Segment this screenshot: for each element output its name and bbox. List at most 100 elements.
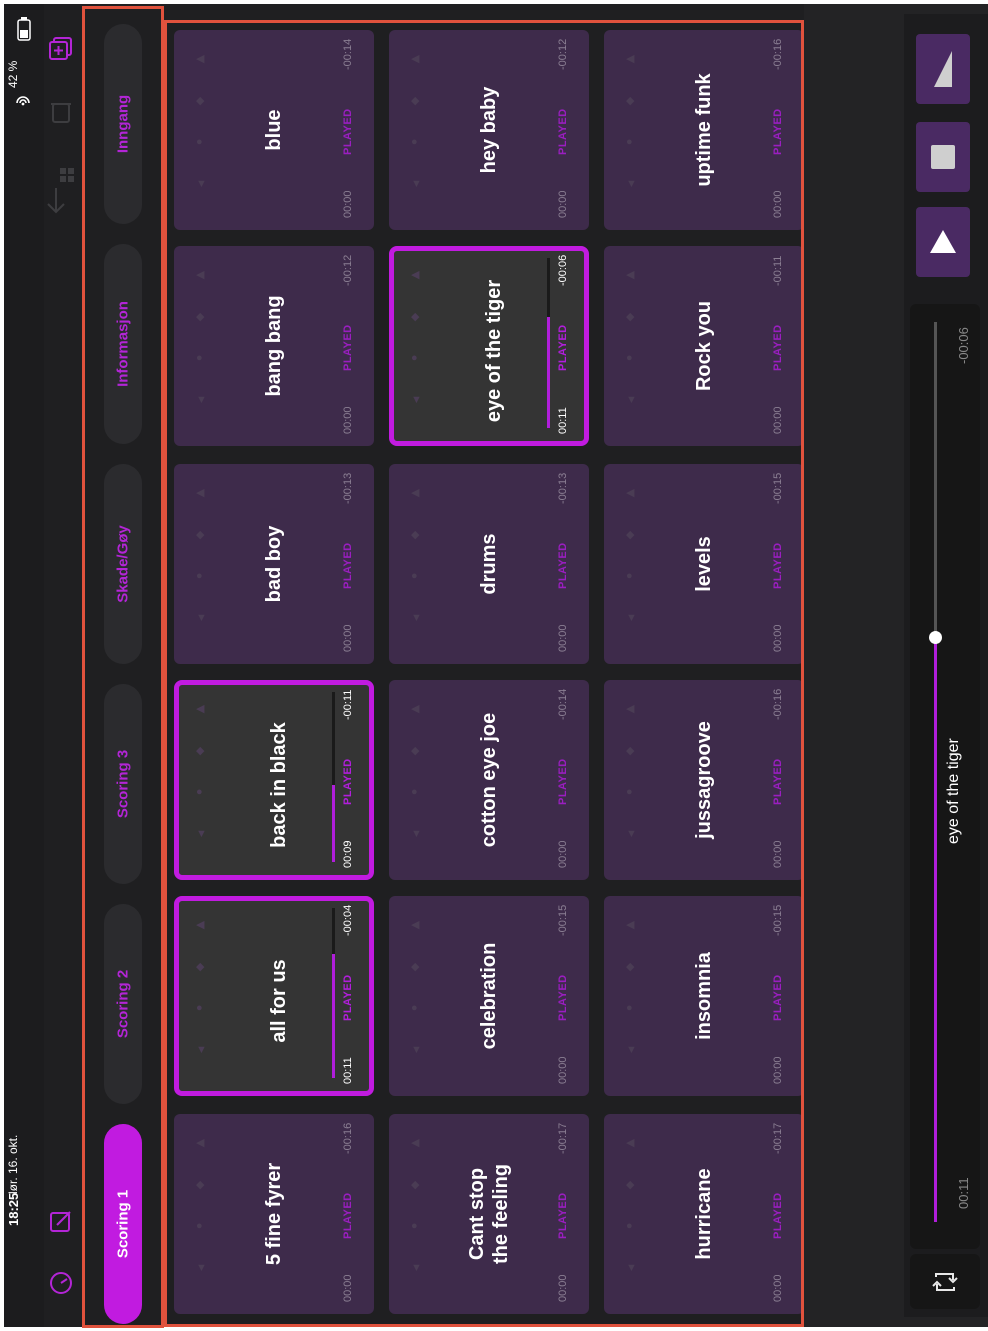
tile-elapsed: 00:09 — [342, 840, 354, 868]
tile-control-icon: ● — [626, 786, 633, 798]
sound-tile[interactable]: jussagroove 00:00 PLAYED -00:16 ◀ ◆ ● ▼ — [604, 680, 804, 880]
tile-control-icon: ◀ — [411, 703, 420, 715]
tile-control-icon: ● — [626, 136, 633, 148]
now-playing-progress[interactable] — [929, 322, 942, 1222]
sound-tile[interactable]: cotton eye joe 00:00 PLAYED -00:14 ◀ ◆ ● ▼ — [389, 680, 589, 880]
tab-informasjon[interactable]: Informasjon — [104, 244, 142, 444]
sound-tile[interactable]: celebration 00:00 PLAYED -00:15 ◀ ◆ ● ▼ — [389, 896, 589, 1096]
tile-remaining: -00:13 — [342, 472, 354, 504]
speedometer-icon[interactable] — [48, 1270, 74, 1296]
stop-icon — [931, 145, 955, 169]
tab-scoring-1[interactable]: Scoring 1 — [104, 1124, 142, 1324]
sound-tile[interactable]: Rock you 00:00 PLAYED -00:11 ◀ ◆ ● ▼ — [604, 246, 804, 446]
tile-control-icon: ◆ — [411, 1179, 420, 1191]
loop-button[interactable] — [910, 1254, 980, 1309]
tile-control-icon: ● — [411, 1220, 418, 1232]
tile-control-icon: ◆ — [196, 961, 205, 973]
sound-tile[interactable]: bang bang 00:00 PLAYED -00:12 ◀ ◆ ● ▼ — [174, 246, 374, 446]
tab-skade-goy[interactable]: Skade/Gøy — [104, 464, 142, 664]
sound-tile[interactable]: bad boy 00:00 PLAYED -00:13 ◀ ◆ ● ▼ — [174, 464, 374, 664]
tile-title: jussagroove — [693, 721, 715, 839]
tile-remaining: -00:12 — [557, 38, 569, 70]
sound-tile[interactable]: eye of the tiger 00:11 PLAYED -00:06 ◀ ◆ ● ▼ — [389, 246, 589, 446]
tile-control-icon: ● — [196, 136, 203, 148]
tile-title: uptime funk — [693, 73, 715, 187]
trash-icon[interactable] — [48, 100, 74, 126]
sound-tile[interactable]: 5 fine fyrer 00:00 PLAYED -00:16 ◀ ◆ ● ▼ — [174, 1114, 374, 1314]
tile-control-icon: ◀ — [626, 487, 635, 499]
tile-remaining: -00:16 — [772, 38, 784, 70]
stop-button[interactable] — [916, 122, 970, 192]
tile-progress-track — [332, 692, 335, 862]
sound-tile[interactable]: hurricane 00:00 PLAYED -00:17 ◀ ◆ ● ▼ — [604, 1114, 804, 1314]
tile-played-label: PLAYED — [772, 974, 784, 1021]
tile-remaining: -00:12 — [342, 254, 354, 286]
tile-elapsed: 00:11 — [342, 1057, 354, 1084]
tile-title: hurricane — [693, 1168, 715, 1260]
tile-remaining: -00:14 — [342, 38, 354, 70]
tile-control-icon: ◆ — [196, 745, 205, 757]
tile-played-label: PLAYED — [557, 108, 569, 155]
sound-tile[interactable]: back in black 00:09 PLAYED -00:11 ◀ ◆ ● ▼ — [174, 680, 374, 880]
tile-control-icon: ● — [196, 570, 203, 582]
tab-scoring-2[interactable]: Scoring 2 — [104, 904, 142, 1104]
tile-control-icon: ▼ — [411, 1044, 422, 1056]
edit-icon[interactable] — [48, 1208, 74, 1234]
tile-control-icon: ● — [411, 570, 418, 582]
tile-remaining: -00:17 — [772, 1122, 784, 1154]
tile-control-icon: ◀ — [196, 269, 205, 281]
tile-remaining: -00:15 — [772, 472, 784, 504]
progress-thumb[interactable] — [929, 631, 942, 644]
tile-played-label: PLAYED — [772, 758, 784, 805]
play-button[interactable] — [916, 207, 970, 277]
tile-control-icon: ◆ — [196, 311, 205, 323]
tile-played-label: PLAYED — [557, 542, 569, 589]
sound-tile[interactable]: levels 00:00 PLAYED -00:15 ◀ ◆ ● ▼ — [604, 464, 804, 664]
fade-button[interactable] — [916, 34, 970, 104]
sound-tile[interactable]: insomnia 00:00 PLAYED -00:15 ◀ ◆ ● ▼ — [604, 896, 804, 1096]
tile-control-icon: ◆ — [196, 529, 205, 541]
tile-remaining: -00:16 — [772, 688, 784, 720]
progress-fill — [934, 637, 937, 1222]
now-playing-elapsed: 00:11 — [956, 1177, 971, 1209]
tile-control-icon: ● — [196, 1220, 203, 1232]
tile-control-icon: ▼ — [196, 828, 207, 840]
sound-tile[interactable]: Cant stop the feeling 00:00 PLAYED -00:17 ◀ ◆… — [389, 1114, 589, 1314]
sound-tile[interactable]: uptime funk 00:00 PLAYED -00:16 ◀ ◆ ● ▼ — [604, 30, 804, 230]
tile-elapsed: 00:00 — [772, 406, 784, 434]
tile-played-label: PLAYED — [342, 324, 354, 371]
tile-remaining: -00:16 — [342, 1122, 354, 1154]
sound-tile[interactable]: hey baby 00:00 PLAYED -00:12 ◀ ◆ ● ▼ — [389, 30, 589, 230]
tile-played-label: PLAYED — [342, 758, 354, 805]
sound-tile[interactable]: drums 00:00 PLAYED -00:13 ◀ ◆ ● ▼ — [389, 464, 589, 664]
tile-elapsed: 00:00 — [342, 190, 354, 218]
add-page-icon[interactable] — [48, 36, 74, 62]
tile-title: cotton eye joe — [478, 712, 500, 848]
tile-played-label: PLAYED — [772, 542, 784, 589]
tile-control-icon: ◀ — [626, 53, 635, 65]
tile-control-icon: ◆ — [411, 745, 420, 757]
tile-elapsed: 00:00 — [557, 1056, 569, 1084]
tile-control-icon: ◆ — [411, 961, 420, 973]
import-icon[interactable] — [46, 166, 76, 214]
tile-control-icon: ● — [626, 1220, 633, 1232]
tile-remaining: -00:11 — [772, 255, 784, 286]
tile-title: all for us — [268, 959, 290, 1043]
tile-title: drums — [478, 533, 500, 595]
tile-played-label: PLAYED — [342, 108, 354, 155]
sound-tile[interactable]: all for us 00:11 PLAYED -00:04 ◀ ◆ ● ▼ — [174, 896, 374, 1096]
tile-elapsed: 00:00 — [772, 624, 784, 652]
tile-remaining: -00:15 — [557, 904, 569, 936]
tile-progress-fill — [332, 954, 335, 1078]
fade-icon — [934, 51, 952, 87]
tab-inngang[interactable]: Inngang — [104, 24, 142, 224]
tile-played-label: PLAYED — [557, 758, 569, 805]
tile-control-icon: ● — [196, 786, 203, 798]
tile-elapsed: 00:00 — [342, 1274, 354, 1302]
tab-scoring-3[interactable]: Scoring 3 — [104, 684, 142, 884]
stage: 18:25 lør. 16. okt. 42 % Scoring 1 Scori… — [0, 0, 988, 1331]
tile-played-label: PLAYED — [772, 324, 784, 371]
sound-tile[interactable]: blue 00:00 PLAYED -00:14 ◀ ◆ ● ▼ — [174, 30, 374, 230]
tile-elapsed: 00:00 — [557, 840, 569, 868]
status-bar: 18:25 lør. 16. okt. 42 % — [4, 4, 44, 1327]
